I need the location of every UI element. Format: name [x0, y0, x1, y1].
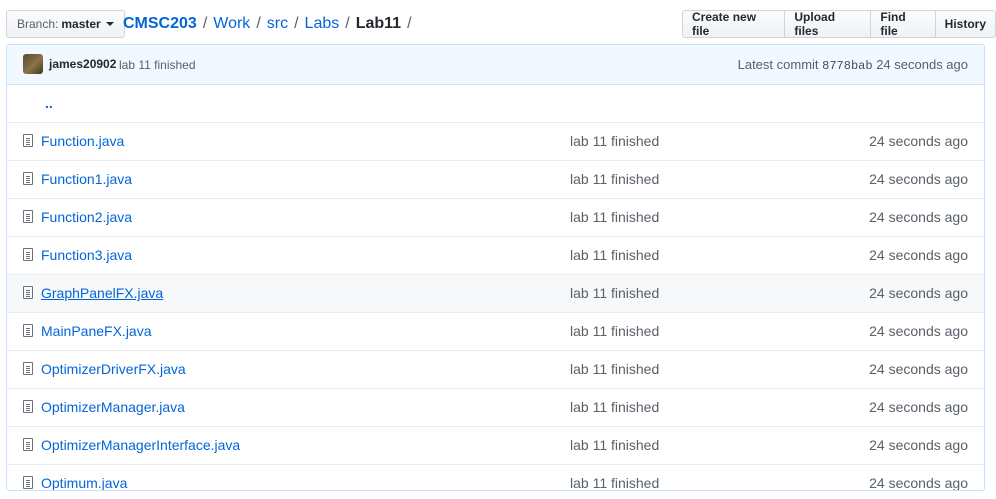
breadcrumb-separator: /: [345, 15, 350, 32]
file-age: 24 seconds ago: [869, 133, 968, 149]
file-icon: [23, 362, 33, 375]
file-commit-message[interactable]: lab 11 finished: [570, 247, 659, 263]
table-row: Function.java lab 11 finished 24 seconds…: [7, 122, 984, 160]
breadcrumb-separator: /: [294, 15, 299, 32]
file-navigation: Branch: master CMSC203 / Work / src / La…: [0, 10, 996, 38]
latest-commit-label: Latest commit: [737, 57, 819, 72]
branch-name: master: [61, 17, 101, 31]
file-commit-message[interactable]: lab 11 finished: [570, 437, 659, 453]
branch-label: Branch:: [17, 17, 59, 31]
file-commit-message[interactable]: lab 11 finished: [570, 171, 659, 187]
file-commit-message[interactable]: lab 11 finished: [570, 475, 659, 490]
file-commit-message[interactable]: lab 11 finished: [570, 323, 659, 339]
file-icon: [23, 324, 33, 337]
file-age: 24 seconds ago: [869, 209, 968, 225]
caret-down-icon: [105, 22, 114, 26]
parent-directory-link[interactable]: ..: [45, 95, 53, 111]
breadcrumb-work-link[interactable]: Work: [213, 15, 250, 33]
file-icon: [23, 438, 33, 451]
latest-commit: Latest commit 8778bab 24 seconds ago: [738, 57, 968, 73]
table-row: Function2.java lab 11 finished 24 second…: [7, 198, 984, 236]
breadcrumb-src-link[interactable]: src: [267, 15, 288, 33]
table-row: Optimum.java lab 11 finished 24 seconds …: [7, 464, 984, 491]
commit-message[interactable]: lab 11 finished: [119, 58, 196, 72]
table-row: OptimizerDriverFX.java lab 11 finished 2…: [7, 350, 984, 388]
file-age: 24 seconds ago: [869, 361, 968, 377]
file-commit-message[interactable]: lab 11 finished: [570, 361, 659, 377]
file-link[interactable]: Optimum.java: [41, 475, 127, 490]
file-link[interactable]: MainPaneFX.java: [41, 323, 152, 339]
file-age: 24 seconds ago: [869, 171, 968, 187]
table-row: OptimizerManager.java lab 11 finished 24…: [7, 388, 984, 426]
file-icon: [23, 210, 33, 223]
file-age: 24 seconds ago: [869, 475, 968, 491]
upload-files-button[interactable]: Upload files: [784, 10, 872, 38]
breadcrumb-separator: /: [202, 15, 208, 32]
file-icon: [23, 134, 33, 147]
breadcrumb-labs-link[interactable]: Labs: [305, 15, 340, 33]
file-link[interactable]: Function1.java: [41, 171, 132, 187]
table-row: Function1.java lab 11 finished 24 second…: [7, 160, 984, 198]
breadcrumb-separator: /: [256, 15, 261, 32]
table-row: GraphPanelFX.java lab 11 finished 24 sec…: [7, 274, 984, 312]
avatar[interactable]: [23, 54, 43, 74]
file-link[interactable]: Function2.java: [41, 209, 132, 225]
table-row: OptimizerManagerInterface.java lab 11 fi…: [7, 426, 984, 464]
file-link[interactable]: OptimizerDriverFX.java: [41, 361, 186, 377]
breadcrumb-current: Lab11: [355, 15, 402, 32]
file-actions: Create new file Upload files Find file H…: [682, 10, 996, 38]
file-list: james20902 lab 11 finished Latest commit…: [6, 44, 985, 491]
parent-directory-row: ..: [7, 85, 984, 122]
file-commit-message[interactable]: lab 11 finished: [570, 133, 659, 149]
table-row: Function3.java lab 11 finished 24 second…: [7, 236, 984, 274]
commit-sha-link[interactable]: 8778bab: [822, 59, 872, 73]
file-icon: [23, 248, 33, 261]
file-icon: [23, 400, 33, 413]
commit-tease: james20902 lab 11 finished Latest commit…: [7, 45, 984, 85]
file-commit-message[interactable]: lab 11 finished: [570, 285, 659, 301]
file-commit-message[interactable]: lab 11 finished: [570, 209, 659, 225]
commit-age: 24 seconds ago: [876, 57, 968, 72]
file-icon: [23, 286, 33, 299]
file-link[interactable]: OptimizerManagerInterface.java: [41, 437, 240, 453]
breadcrumb-separator: /: [407, 15, 412, 32]
table-row: MainPaneFX.java lab 11 finished 24 secon…: [7, 312, 984, 350]
file-age: 24 seconds ago: [869, 437, 968, 453]
file-link[interactable]: GraphPanelFX.java: [41, 285, 163, 301]
file-commit-message[interactable]: lab 11 finished: [570, 399, 659, 415]
file-link[interactable]: Function.java: [41, 133, 124, 149]
file-age: 24 seconds ago: [869, 323, 968, 339]
file-icon: [23, 172, 33, 185]
file-link[interactable]: Function3.java: [41, 247, 132, 263]
file-link[interactable]: OptimizerManager.java: [41, 399, 185, 415]
commit-author[interactable]: james20902: [49, 57, 116, 71]
branch-select-button[interactable]: Branch: master: [6, 10, 125, 38]
file-age: 24 seconds ago: [869, 247, 968, 263]
file-icon: [23, 476, 33, 489]
breadcrumb: CMSC203 / Work / src / Labs / Lab11 /: [123, 10, 418, 38]
history-button[interactable]: History: [934, 10, 996, 38]
file-age: 24 seconds ago: [869, 285, 968, 301]
create-new-file-button[interactable]: Create new file: [682, 10, 786, 38]
file-age: 24 seconds ago: [869, 399, 968, 415]
find-file-button[interactable]: Find file: [870, 10, 936, 38]
breadcrumb-repo-link[interactable]: CMSC203: [123, 15, 197, 33]
